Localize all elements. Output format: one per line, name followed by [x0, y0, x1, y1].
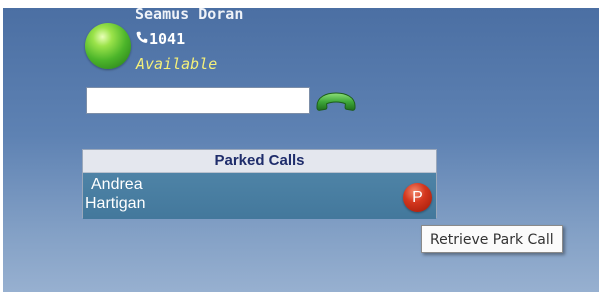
- availability-status: Available: [136, 55, 218, 73]
- parked-caller-first-name: Andrea: [91, 176, 143, 193]
- dial-number-input[interactable]: [86, 87, 310, 114]
- user-name: Seamus Doran: [135, 8, 244, 23]
- extension-number: 1041: [149, 30, 186, 48]
- phone-handset-icon: [314, 92, 358, 118]
- extension-line: 1041: [136, 30, 185, 48]
- status-indicator-icon: [85, 23, 131, 69]
- parked-caller-last-name: Hartigan: [85, 195, 146, 212]
- parked-calls-panel: Parked Calls Andrea Hartigan P: [82, 149, 437, 219]
- parked-call-item[interactable]: Andrea Hartigan P: [83, 173, 436, 219]
- parked-caller-name: Andrea Hartigan: [85, 175, 165, 213]
- phone-icon: [136, 30, 148, 48]
- retrieve-park-call-button[interactable]: P: [403, 183, 432, 212]
- parked-calls-title: Parked Calls: [83, 150, 436, 173]
- retrieve-park-call-tooltip: Retrieve Park Call: [421, 225, 563, 253]
- call-button[interactable]: [314, 88, 358, 114]
